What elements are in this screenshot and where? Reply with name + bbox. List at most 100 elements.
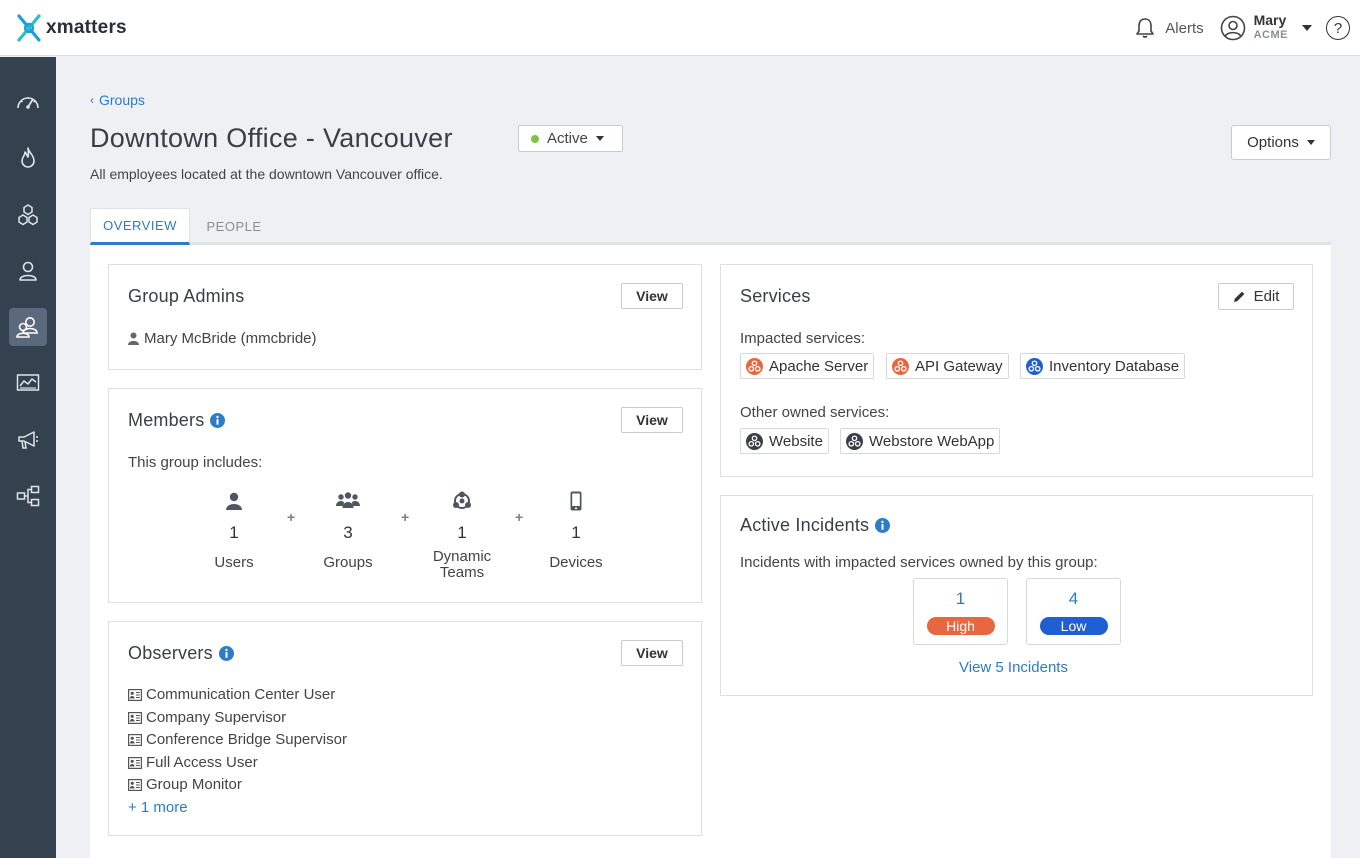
observer-role: Conference Bridge Supervisor [146,731,347,748]
service-name: Inventory Database [1049,357,1180,375]
role-card-icon [128,688,142,701]
groups-icon [336,492,360,508]
sidebar-item-messaging[interactable] [9,421,47,459]
flame-icon [21,147,35,168]
chevron-down-icon [595,136,604,141]
plus-icon: + [401,509,410,525]
alerts-button[interactable]: Alerts [1135,17,1204,39]
user-org: ACME [1253,29,1288,41]
service-icon [1026,357,1043,375]
tab-overview[interactable]: OVERVIEW [90,208,190,245]
member-count: 3 [343,523,353,542]
service-chip-website[interactable]: Website [740,428,829,454]
sidebar-item-dashboard[interactable] [9,83,47,121]
user-avatar-icon [1220,15,1245,41]
plus-icon: + [515,509,524,525]
member-count: 1 [229,523,239,542]
options-label: Options [1247,134,1299,151]
members-view-button[interactable]: View [621,407,683,433]
impacted-services-label: Impacted services: [740,330,866,347]
status-dot [531,134,539,143]
status-dropdown[interactable]: Active [518,125,623,152]
service-chip-webstore-webapp[interactable]: Webstore WebApp [840,428,1001,454]
info-icon[interactable] [210,413,226,428]
observer-item: Group Monitor [128,776,242,793]
service-chip-api-gateway[interactable]: API Gateway [886,353,1009,379]
services-title: Services [740,286,811,306]
observer-item: Conference Bridge Supervisor [128,731,347,748]
plus-icon: + [287,509,296,525]
group-description: All employees located at the downtown Va… [90,166,443,182]
member-dynamic-teams[interactable]: 1 Dynamic Teams [417,489,507,581]
member-count: 1 [457,523,467,542]
sidebar-item-users[interactable] [9,252,47,290]
pencil-icon [1233,291,1244,302]
services-edit-button[interactable]: Edit [1218,283,1294,310]
bell-icon [1136,18,1155,38]
info-icon[interactable] [875,518,891,533]
incident-count: 1 [955,589,966,608]
chevron-down-icon [1302,25,1312,31]
severity-badge-low: Low [1039,617,1108,635]
member-groups[interactable]: 3 Groups [303,489,393,571]
members-title: Members [128,410,205,430]
members-card: Members View This group includes: 1 User [108,388,702,603]
sidebar-item-groups[interactable] [9,308,47,346]
dynamic-team-icon [453,491,471,509]
workflows-icon [16,485,40,507]
role-card-icon [128,756,142,769]
incident-count: 4 [1068,589,1079,608]
severity-badge-high: High [926,617,995,635]
other-services-label: Other owned services: [740,404,890,421]
members-title-row: Members [128,410,226,431]
xmatters-logo[interactable]: xmatters [16,14,127,42]
view-incidents-link[interactable]: View 5 Incidents [959,659,1068,676]
observer-item: Company Supervisor [128,709,286,726]
main-content: ‹ Groups Downtown Office - Vancouver Act… [56,57,1360,858]
service-icon [892,357,909,375]
help-button[interactable]: ? [1326,16,1350,40]
breadcrumb[interactable]: ‹ Groups [90,92,145,108]
breadcrumb-groups-link[interactable]: Groups [99,92,145,108]
role-card-icon [128,778,142,791]
member-users[interactable]: 1 Users [189,489,279,571]
user-name: Mary [1253,12,1287,28]
chevron-left-icon: ‹ [90,93,94,107]
sidebar-item-incidents[interactable] [9,139,47,177]
overview-panel: Group Admins View Mary McBride (mmcbride… [90,245,1331,858]
sidebar-item-workflows[interactable] [9,477,47,515]
observer-role: Group Monitor [146,776,242,793]
service-name: API Gateway [915,357,1003,375]
user-icon [128,332,139,345]
observer-role: Company Supervisor [146,709,287,726]
admin-entry: Mary McBride (mmcbride) [128,330,317,347]
active-incidents-card: Active Incidents Incidents with impacted… [720,495,1313,696]
role-card-icon [128,711,142,724]
member-label: Dynamic Teams [432,548,492,581]
dashboard-icon [17,97,39,109]
observer-role: Full Access User [146,754,258,771]
sidebar-item-services[interactable] [9,196,47,234]
service-chip-inventory-database[interactable]: Inventory Database [1020,353,1186,379]
info-icon[interactable] [218,646,234,661]
group-admins-card: Group Admins View Mary McBride (mmcbride… [108,264,702,370]
incident-low-box[interactable]: 4 Low [1026,578,1121,645]
observers-more-link[interactable]: + 1 more [128,799,188,816]
observer-item: Full Access User [128,754,258,771]
observers-view-button[interactable]: View [621,640,683,666]
member-count: 1 [571,523,581,542]
member-devices[interactable]: 1 Devices [531,489,621,571]
incident-high-box[interactable]: 1 High [913,578,1008,645]
members-intro: This group includes: [128,454,263,471]
user-menu[interactable]: Mary ACME [1220,13,1312,43]
member-label: Groups [323,554,373,571]
service-name: Apache Server [769,357,869,375]
sidebar-item-reports[interactable] [9,364,47,402]
service-chip-apache-server[interactable]: Apache Server [740,353,875,379]
group-admins-view-button[interactable]: View [621,283,683,309]
status-label: Active [547,130,588,147]
admin-name[interactable]: Mary McBride (mmcbride) [144,330,317,347]
group-admins-title: Group Admins [128,286,245,306]
tab-people[interactable]: PEOPLE [198,208,270,245]
options-button[interactable]: Options [1231,125,1331,160]
